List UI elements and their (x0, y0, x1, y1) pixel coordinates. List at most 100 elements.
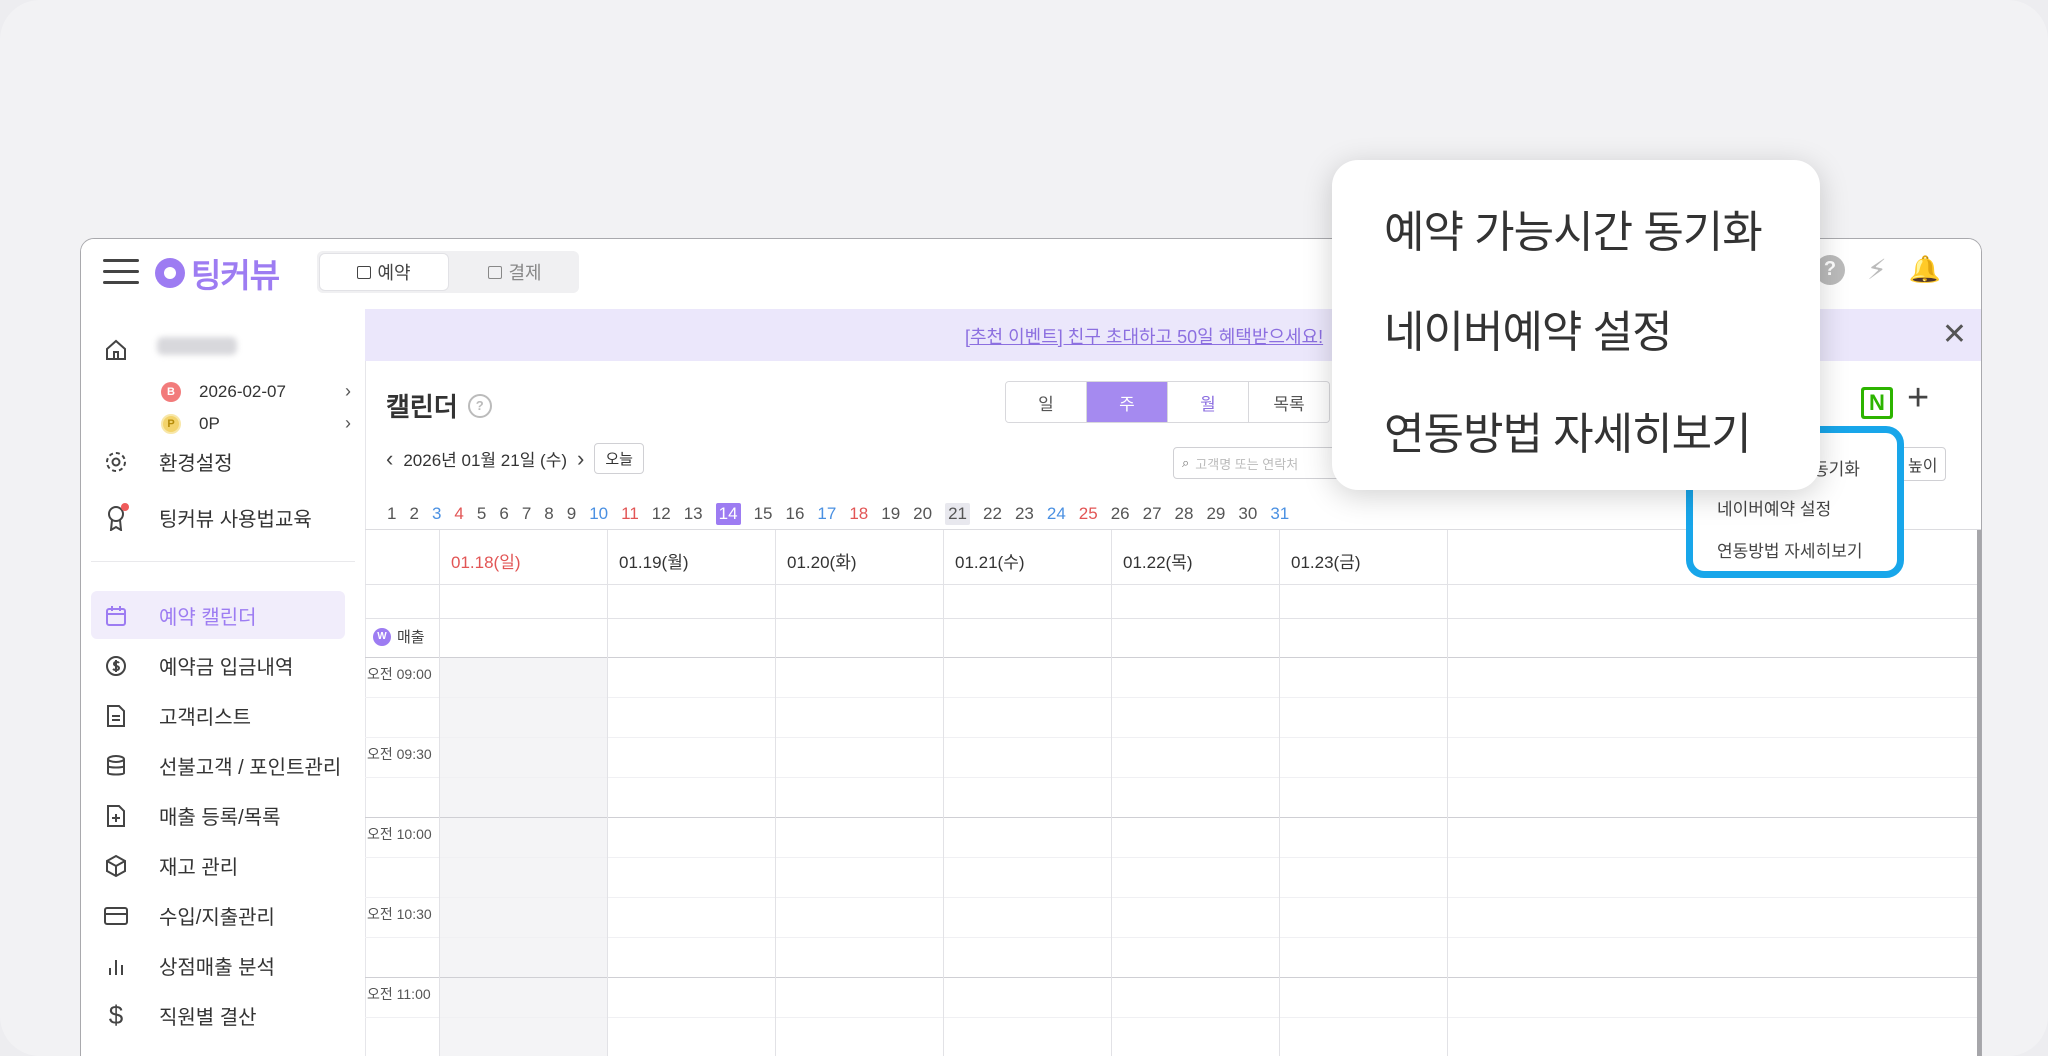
sidebar-item-income-expense[interactable]: 수입/지출관리 (103, 901, 275, 930)
today-button[interactable]: 오늘 (594, 443, 644, 474)
sidebar-home[interactable] (103, 337, 159, 363)
sidebar-item-settings[interactable]: 환경설정 (103, 447, 233, 476)
tab-payment[interactable]: 결제 (451, 251, 579, 293)
expiry-row[interactable]: B 2026-02-07 › (161, 381, 351, 402)
tab-list[interactable]: 목록 (1249, 382, 1329, 422)
sidebar-item-reservation-calendar[interactable]: 예약 캘린더 (103, 601, 257, 630)
month-day[interactable]: 5 (477, 504, 486, 524)
sidebar-item-label: 예약 캘린더 (159, 607, 257, 629)
day-header[interactable]: 01.18(일) (451, 548, 521, 573)
day-header[interactable]: 01.23(금) (1291, 548, 1361, 573)
menu-item-naver-settings[interactable]: 네이버예약 설정 (1717, 495, 1831, 520)
month-day[interactable]: 12 (652, 504, 671, 524)
month-day[interactable]: 26 (1111, 504, 1130, 524)
won-icon: W (373, 627, 391, 646)
bell-icon[interactable]: 🔔 (1909, 254, 1941, 285)
date-navigator: ‹ 2026년 01월 21일 (수) › 오늘 (386, 443, 644, 474)
month-day[interactable]: 1 (387, 504, 396, 524)
month-day[interactable]: 17 (817, 504, 836, 524)
day-header[interactable]: 01.19(월) (619, 548, 689, 573)
dollar-circle-icon (103, 653, 129, 679)
logo-pin-icon (155, 258, 185, 288)
day-header[interactable]: 01.22(목) (1123, 548, 1193, 573)
sidebar-item-label: 상점매출 분석 (159, 957, 275, 979)
month-day[interactable]: 21 (945, 503, 971, 525)
month-day[interactable]: 18 (849, 504, 868, 524)
month-day[interactable]: 4 (454, 504, 463, 524)
tab-month[interactable]: 월 (1168, 382, 1249, 422)
month-day[interactable]: 10 (589, 504, 608, 524)
month-day[interactable]: 3 (432, 504, 441, 524)
month-day[interactable]: 2 (409, 504, 418, 524)
sidebar-item-sales[interactable]: 매출 등록/목록 (103, 801, 281, 830)
month-day[interactable]: 25 (1079, 504, 1098, 524)
search-icon: ⌕ (1182, 455, 1190, 470)
bar-chart-icon (103, 953, 129, 979)
page-title: 캘린더 ? (386, 387, 492, 424)
naver-icon[interactable] (1861, 387, 1893, 419)
month-day[interactable]: 6 (499, 504, 508, 524)
sidebar-item-deposits[interactable]: 예약금 입금내역 (103, 651, 293, 680)
menu-item-sync-availability[interactable]: 예약 가능시간 동기화 (1384, 196, 1763, 260)
month-day[interactable]: 29 (1206, 504, 1225, 524)
month-day[interactable]: 31 (1270, 504, 1289, 524)
month-day[interactable]: 9 (567, 504, 576, 524)
month-day[interactable]: 28 (1175, 504, 1194, 524)
calendar-title: 캘린더 (386, 392, 458, 422)
time-label: 오전 09:30 (367, 746, 432, 762)
menu-icon[interactable] (103, 259, 139, 285)
month-day[interactable]: 11 (621, 504, 639, 524)
menu-item-naver-settings[interactable]: 네이버예약 설정 (1384, 296, 1673, 360)
month-day[interactable]: 27 (1143, 504, 1162, 524)
chevron-left-icon[interactable]: ‹ (386, 446, 393, 472)
points-row[interactable]: P 0P › (161, 413, 351, 434)
month-day[interactable]: 24 (1047, 504, 1066, 524)
document-icon (103, 703, 129, 729)
month-day[interactable]: 19 (881, 504, 900, 524)
menu-item-guide[interactable]: 연동방법 자세히보기 (1717, 537, 1862, 562)
menu-item-guide[interactable]: 연동방법 자세히보기 (1384, 398, 1752, 462)
month-day[interactable]: 14 (715, 503, 741, 525)
month-day[interactable]: 15 (754, 504, 773, 524)
logo[interactable]: 팅커뷰 (155, 253, 280, 294)
bolt-icon[interactable]: ⚡ (1867, 253, 1887, 286)
help-icon[interactable]: ? (467, 393, 492, 418)
chevron-right-icon[interactable]: › (577, 446, 584, 472)
month-day[interactable]: 16 (785, 504, 804, 524)
grid-column (1447, 530, 1448, 1056)
sidebar-item-customers[interactable]: 고객리스트 (103, 701, 251, 730)
chevron-right-icon: › (345, 413, 351, 433)
banner-link[interactable]: [추천 이벤트] 친구 초대하고 50일 혜택받으세요! (965, 323, 1323, 349)
month-day[interactable]: 22 (983, 504, 1002, 524)
time-label: 오전 10:00 (367, 826, 432, 842)
month-day[interactable]: 30 (1238, 504, 1257, 524)
tab-day[interactable]: 일 (1006, 382, 1087, 422)
month-day[interactable]: 23 (1015, 504, 1034, 524)
month-day[interactable]: 7 (522, 504, 531, 524)
tab-week[interactable]: 주 (1087, 382, 1168, 422)
sidebar-item-analytics[interactable]: 상점매출 분석 (103, 951, 275, 980)
sidebar-item-education[interactable]: 팅커뷰 사용법교육 (103, 502, 312, 532)
sidebar-item-staff-settlement[interactable]: $ 직원별 결산 (103, 1000, 257, 1030)
month-day[interactable]: 8 (544, 504, 553, 524)
sidebar-item-label: 고객리스트 (159, 707, 251, 729)
menu-item-sync-partial[interactable]: 동기화 (1813, 455, 1860, 480)
day-header[interactable]: 01.21(수) (955, 548, 1025, 573)
tab-reservation[interactable]: 예약 (319, 253, 449, 291)
month-day[interactable]: 20 (913, 504, 932, 524)
file-plus-icon (103, 803, 129, 829)
month-day[interactable]: 13 (684, 504, 703, 524)
grid-column (607, 530, 608, 1056)
sidebar-item-inventory[interactable]: 재고 관리 (103, 851, 238, 880)
grid-column (439, 530, 440, 1056)
close-icon[interactable]: ✕ (1942, 317, 1967, 352)
sidebar-item-label: 수입/지출관리 (159, 907, 275, 929)
points-value: 0P (199, 413, 220, 433)
sidebar-item-prepaid[interactable]: 선불고객 / 포인트관리 (103, 751, 341, 780)
sidebar: B 2026-02-07 › P 0P › 환경설정 팅커뷰 사용법교육 예약 … (81, 309, 366, 1056)
time-label: 오전 09:00 (367, 666, 432, 682)
scrollbar[interactable] (1977, 530, 1981, 1056)
plus-icon[interactable]: + (1907, 377, 1929, 420)
week-grid: 01.18(일) 01.19(월) 01.20(화) 01.21(수) 01.2… (365, 529, 1981, 1056)
day-header[interactable]: 01.20(화) (787, 548, 857, 573)
